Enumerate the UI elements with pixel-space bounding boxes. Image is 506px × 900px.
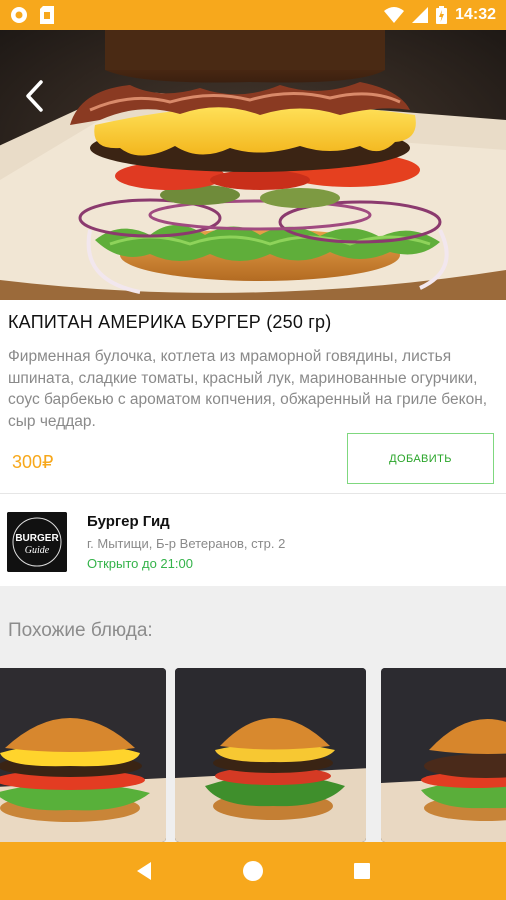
logo-line-1: BURGER [15,533,59,544]
restaurant-address: г. Мытищи, Б-р Ветеранов, стр. 2 [87,536,286,551]
similar-dish-card[interactable] [175,668,366,842]
restaurant-hours: Открыто до 21:00 [87,556,193,571]
settings-circle-icon [10,6,28,24]
dish-hero-image [0,30,506,300]
restaurant-card[interactable]: BURGER Guide Бургер Гид г. Мытищи, Б-р В… [0,494,506,586]
burger-photo [0,30,506,300]
status-right: 14:32 [384,6,496,24]
dish-title: КАПИТАН АМЕРИКА БУРГЕР (250 гр) [8,312,332,332]
similar-dishes-title: Похожие блюда: [8,620,153,641]
status-bar: 14:32 [0,0,506,30]
similar-dish-card[interactable] [381,668,506,842]
status-time: 14:32 [455,6,496,23]
dish-price: 300₽ [12,452,54,472]
nav-back-button[interactable] [124,851,164,891]
back-button[interactable] [14,76,54,116]
similar-dishes-section: Похожие блюда: [0,586,506,842]
battery-charging-icon [436,6,448,24]
recents-square-icon [353,863,370,879]
status-left-icons [10,6,54,24]
system-nav-bar [0,842,506,900]
sim-card-icon [40,6,54,24]
restaurant-logo: BURGER Guide [7,512,67,572]
similar-dishes-list [0,668,506,842]
back-triangle-icon [137,862,152,880]
burger-photo-3 [381,668,506,842]
burger-photo-1 [0,668,166,842]
similar-dish-card[interactable] [0,668,166,842]
wifi-icon [384,7,405,23]
home-circle-icon [242,861,263,881]
restaurant-name: Бургер Гид [87,513,170,530]
nav-recents-button[interactable] [342,851,382,891]
nav-home-button[interactable] [233,851,273,891]
signal-icon [412,7,429,23]
dish-description: Фирменная булочка, котлета из мраморной … [8,348,488,430]
chevron-left-icon [26,80,43,112]
burger-photo-2 [175,668,366,842]
dish-info: КАПИТАН АМЕРИКА БУРГЕР (250 гр) Фирменна… [0,300,506,494]
add-to-cart-button[interactable]: ДОБАВИТЬ [347,433,494,484]
logo-line-2: Guide [25,545,50,556]
